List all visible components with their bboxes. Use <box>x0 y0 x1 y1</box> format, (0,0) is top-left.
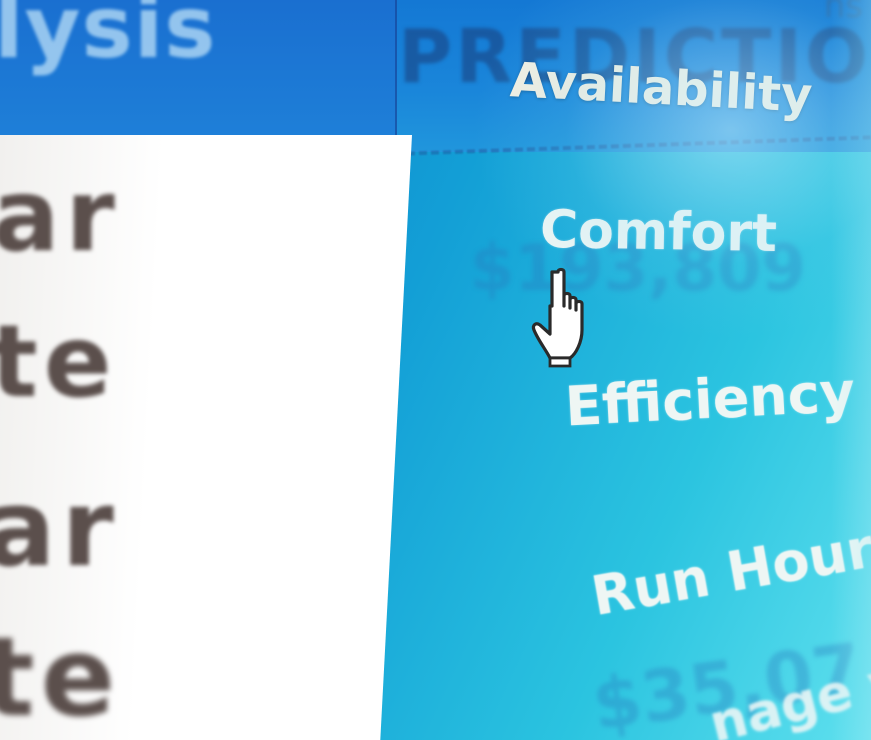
screen: lysis PREDICTION ns ar te ar te $193,809… <box>0 0 871 740</box>
panel-text-1: ar <box>0 157 121 274</box>
hand-pointer-icon <box>531 267 584 368</box>
header-fragment: ns <box>823 0 863 26</box>
tab-analysis[interactable]: lysis <box>0 0 397 135</box>
menu-item-run-hours[interactable]: Run Hours <box>587 511 871 628</box>
menu-item-efficiency[interactable]: Efficiency <box>564 360 857 438</box>
panel-text-4: te <box>0 613 122 740</box>
menu-item-comfort[interactable]: Comfort <box>539 200 777 264</box>
panel-text-3: ar <box>0 467 120 590</box>
content-panel: ar te ar te <box>0 135 412 740</box>
tab-analysis-label: lysis <box>0 0 217 78</box>
panel-text-2: te <box>0 303 118 420</box>
